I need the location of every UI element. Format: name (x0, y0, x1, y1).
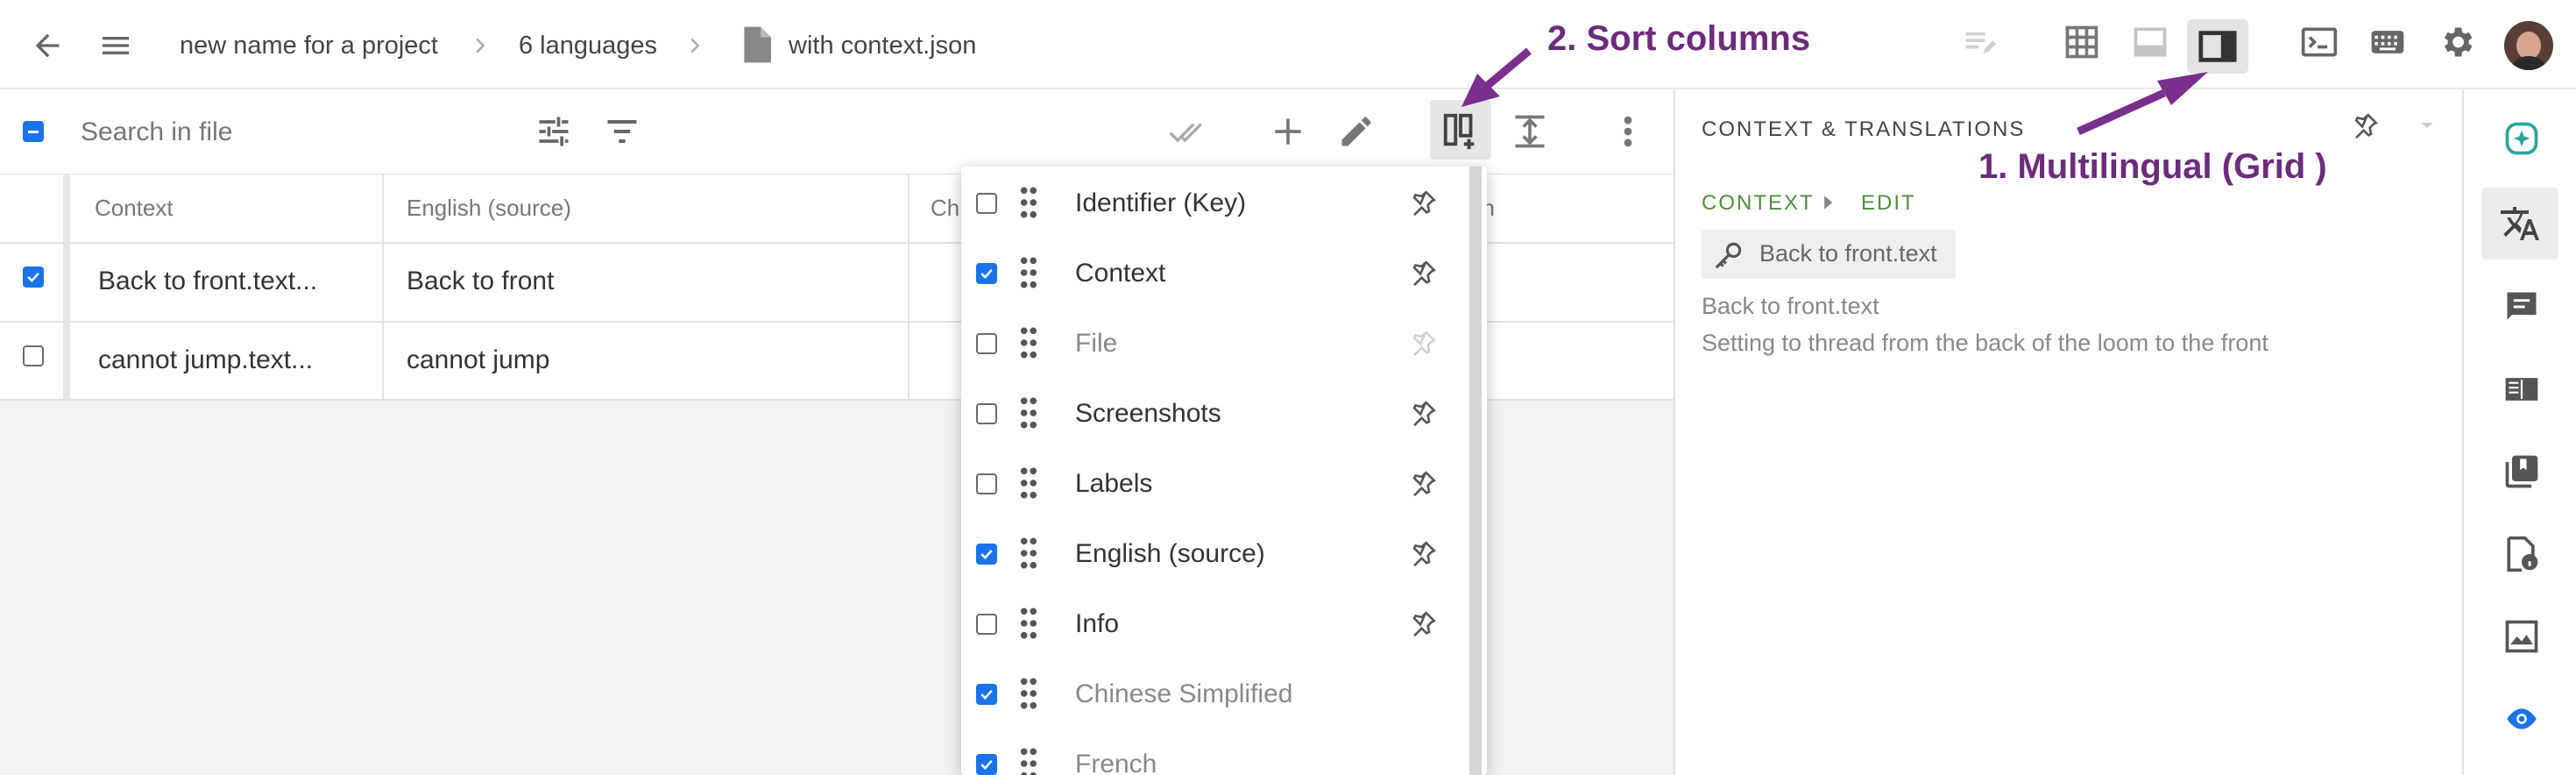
annotation-sort-columns: 2. Sort columns (1547, 19, 1811, 58)
arrow-multilingual (2157, 72, 2208, 105)
annotation-arrows (1461, 47, 2208, 136)
annotation-multilingual: 1. Multilingual (Grid ) (1978, 147, 2327, 186)
